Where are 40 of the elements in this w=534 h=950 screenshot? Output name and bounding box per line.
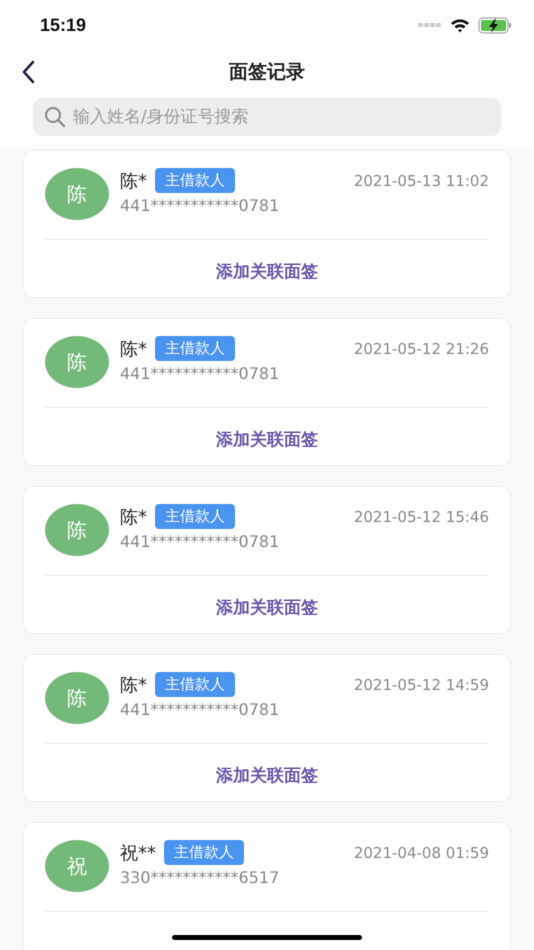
signal-icon xyxy=(418,22,442,28)
role-badge: 主借款人 xyxy=(155,504,235,529)
id-number: 441***********0781 xyxy=(120,532,280,551)
id-number: 441***********0781 xyxy=(120,700,280,719)
role-badge: 主借款人 xyxy=(155,168,235,193)
record-card[interactable]: 陈 陈* 主借款人 2021-05-12 15:46 441***********0781 添加关联面签 xyxy=(23,486,511,634)
add-linked-signing-button[interactable]: 添加关联面签 xyxy=(216,428,318,451)
add-linked-signing-button[interactable]: 添加关联面签 xyxy=(216,764,318,787)
role-badge: 主借款人 xyxy=(164,840,244,865)
customer-name: 祝** xyxy=(120,842,156,864)
customer-name: 陈* xyxy=(120,506,147,528)
avatar: 祝 xyxy=(45,840,109,892)
id-number: 441***********0781 xyxy=(120,196,280,215)
wifi-icon xyxy=(450,18,470,32)
add-linked-signing-button[interactable]: 添加关联面签 xyxy=(216,260,318,283)
avatar: 陈 xyxy=(45,168,109,220)
customer-name: 陈* xyxy=(120,674,147,696)
id-number: 330***********6517 xyxy=(120,868,280,887)
customer-name: 陈* xyxy=(120,170,147,192)
record-time: 2021-05-12 15:46 xyxy=(354,508,489,526)
battery-icon xyxy=(478,16,512,34)
avatar: 陈 xyxy=(45,504,109,556)
role-badge: 主借款人 xyxy=(155,672,235,697)
avatar: 陈 xyxy=(45,672,109,724)
record-time: 2021-05-12 21:26 xyxy=(354,340,489,358)
avatar: 陈 xyxy=(45,336,109,388)
customer-name: 陈* xyxy=(120,338,147,360)
id-number: 441***********0781 xyxy=(120,364,280,383)
record-card[interactable]: 祝 祝** 主借款人 2021-04-08 01:59 330***********6517 xyxy=(23,822,511,950)
record-card[interactable]: 陈 陈* 主借款人 2021-05-12 21:26 441***********0781 添加关联面签 xyxy=(23,318,511,466)
page-title: 面签记录 xyxy=(229,60,305,85)
record-time: 2021-04-08 01:59 xyxy=(354,844,489,862)
record-card[interactable]: 陈 陈* 主借款人 2021-05-13 11:02 441***********0781 添加关联面签 xyxy=(23,150,511,298)
record-time: 2021-05-13 11:02 xyxy=(354,172,489,190)
status-time: 15:19 xyxy=(40,14,86,36)
role-badge: 主借款人 xyxy=(155,336,235,361)
add-linked-signing-button[interactable]: 添加关联面签 xyxy=(216,596,318,619)
search-field[interactable]: 输入姓名/身份证号搜索 xyxy=(33,98,501,136)
record-card[interactable]: 陈 陈* 主借款人 2021-05-12 14:59 441***********0781 添加关联面签 xyxy=(23,654,511,802)
record-time: 2021-05-12 14:59 xyxy=(354,676,489,694)
